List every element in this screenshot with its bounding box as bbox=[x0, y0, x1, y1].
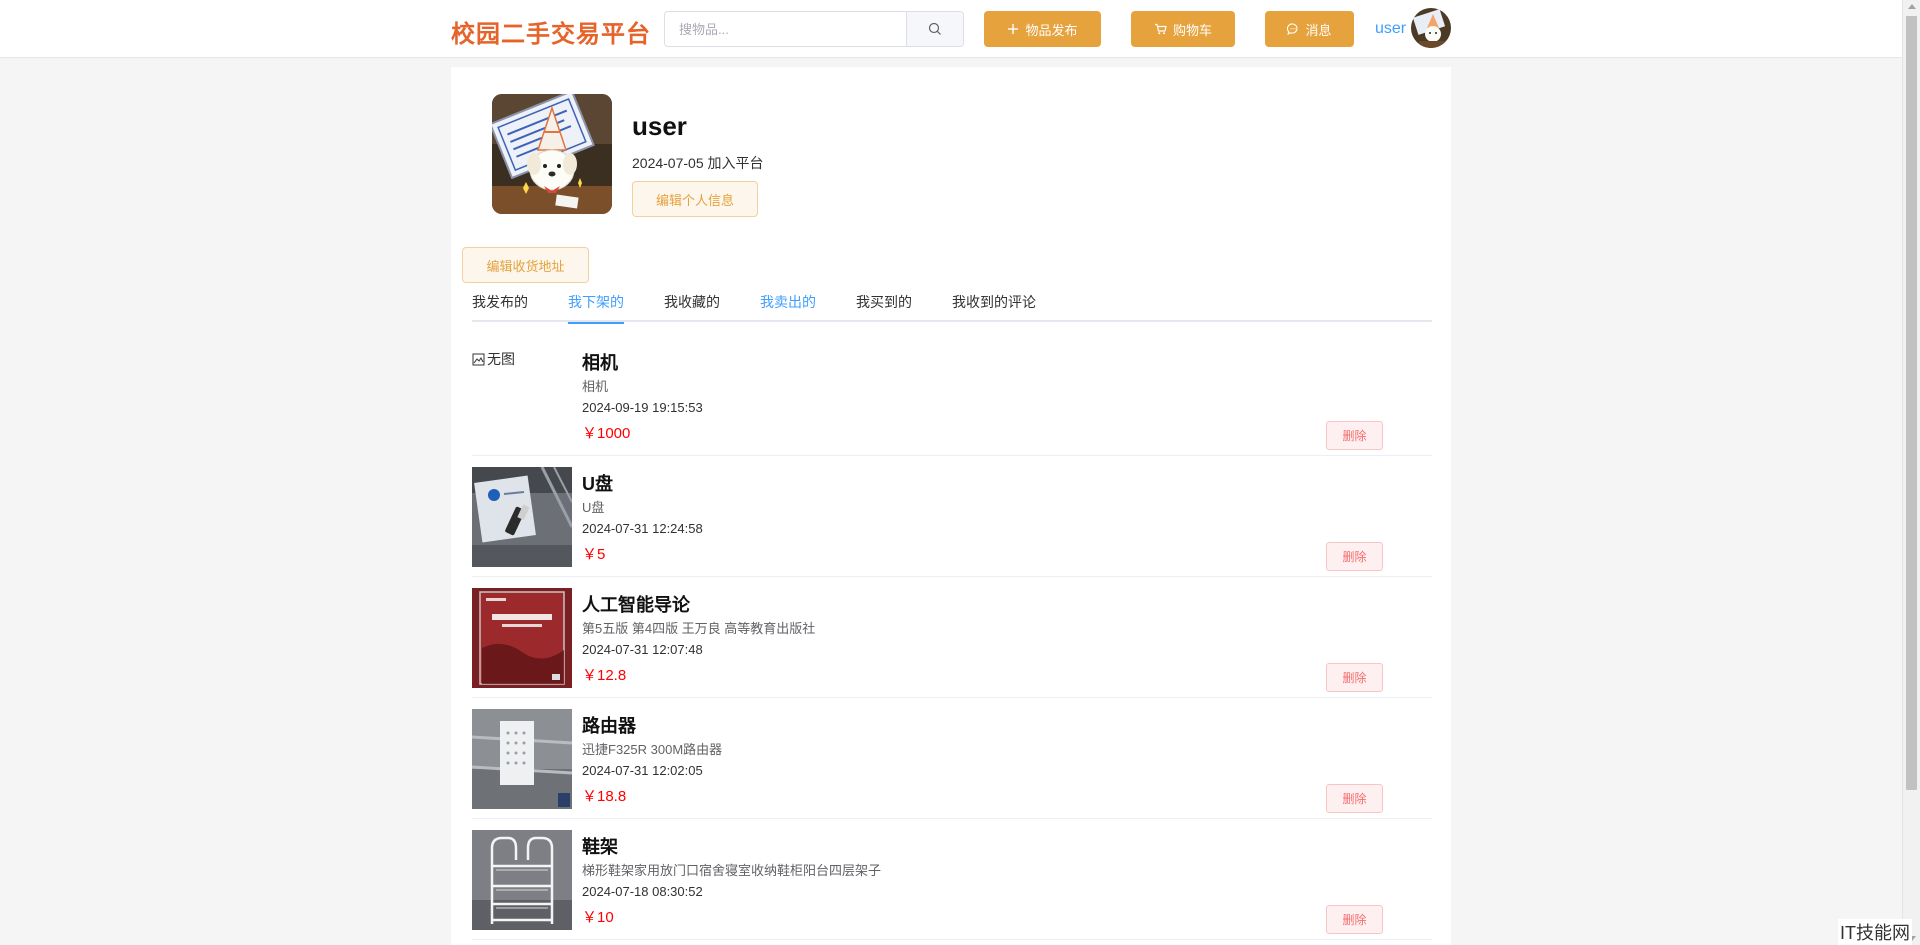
tab-favorites[interactable]: 我收藏的 bbox=[664, 282, 720, 322]
edit-profile-button[interactable]: 编辑个人信息 bbox=[632, 181, 758, 217]
item-title[interactable]: 人工智能导论 bbox=[582, 591, 690, 617]
item-thumbnail[interactable] bbox=[472, 467, 572, 567]
tab-published[interactable]: 我发布的 bbox=[472, 282, 528, 322]
item-price: ￥1000 bbox=[582, 425, 631, 442]
scroll-thumb[interactable] bbox=[1906, 16, 1917, 790]
list-item: 无图 相机 相机 2024-09-19 19:15:53 ￥1000 删除 bbox=[472, 335, 1432, 456]
tab-bought[interactable]: 我买到的 bbox=[856, 282, 912, 322]
no-image-placeholder: 无图 bbox=[472, 349, 515, 369]
scroll-up-arrow-icon[interactable] bbox=[1908, 4, 1916, 9]
cart-button[interactable]: 购物车 bbox=[1131, 11, 1235, 47]
header-username[interactable]: user bbox=[1375, 20, 1406, 38]
item-thumbnail[interactable] bbox=[472, 588, 572, 688]
chat-bubble-icon bbox=[1287, 23, 1298, 35]
search-box bbox=[664, 11, 964, 47]
list-item: U盘 U盘 2024-07-31 12:24:58 ￥5 删除 bbox=[472, 456, 1432, 577]
item-title[interactable]: 路由器 bbox=[582, 712, 636, 738]
search-input[interactable] bbox=[665, 12, 908, 46]
list-item: 人工智能导论 第5五版 第4四版 王万良 高等教育出版社 2024-07-31 … bbox=[472, 577, 1432, 698]
plus-icon bbox=[1008, 24, 1019, 34]
item-price: ￥10 bbox=[582, 909, 614, 926]
no-image-text: 无图 bbox=[487, 351, 515, 367]
item-date: 2024-07-31 12:02:05 bbox=[582, 763, 703, 778]
delete-button[interactable]: 删除 bbox=[1326, 784, 1383, 813]
item-thumbnail[interactable] bbox=[472, 709, 572, 809]
item-list: 无图 相机 相机 2024-09-19 19:15:53 ￥1000 删除 U盘… bbox=[472, 335, 1432, 940]
item-thumbnail[interactable] bbox=[472, 830, 572, 930]
publish-label: 物品发布 bbox=[1025, 22, 1078, 38]
profile-username: user bbox=[632, 111, 687, 141]
tab-sold[interactable]: 我卖出的 bbox=[760, 282, 816, 322]
profile-join-date: 2024-07-05 加入平台 bbox=[632, 155, 764, 171]
item-description: 迅捷F325R 300M路由器 bbox=[582, 742, 723, 757]
delete-button[interactable]: 删除 bbox=[1326, 663, 1383, 692]
item-description: 第5五版 第4四版 王万良 高等教育出版社 bbox=[582, 621, 816, 636]
profile-card: user 2024-07-05 加入平台 编辑个人信息 编辑收货地址 我发布的 … bbox=[451, 67, 1451, 945]
message-label: 消息 bbox=[1305, 22, 1332, 38]
profile-avatar bbox=[492, 94, 612, 214]
item-price: ￥12.8 bbox=[582, 667, 627, 684]
item-date: 2024-07-31 12:07:48 bbox=[582, 642, 703, 657]
site-logo[interactable]: 校园二手交易平台 bbox=[451, 14, 651, 49]
item-title[interactable]: 相机 bbox=[582, 349, 618, 375]
item-date: 2024-07-31 12:24:58 bbox=[582, 521, 703, 536]
cart-icon bbox=[1154, 23, 1167, 35]
item-title[interactable]: U盘 bbox=[582, 470, 613, 496]
list-item: 鞋架 梯形鞋架家用放门口宿舍寝室收纳鞋柜阳台四层架子 2024-07-18 08… bbox=[472, 819, 1432, 940]
item-title[interactable]: 鞋架 bbox=[582, 833, 618, 859]
tab-delisted[interactable]: 我下架的 bbox=[568, 282, 624, 324]
page-scrollbar[interactable] bbox=[1902, 0, 1920, 945]
publish-button[interactable]: 物品发布 bbox=[984, 11, 1101, 47]
item-date: 2024-09-19 19:15:53 bbox=[582, 400, 703, 415]
broken-image-icon bbox=[472, 353, 485, 365]
profile-tabs: 我发布的 我下架的 我收藏的 我卖出的 我买到的 我收到的评论 bbox=[472, 282, 1432, 324]
item-description: 相机 bbox=[582, 379, 609, 394]
cart-label: 购物车 bbox=[1172, 22, 1212, 38]
search-icon bbox=[928, 22, 941, 35]
delete-button[interactable]: 删除 bbox=[1326, 905, 1383, 934]
top-header: 校园二手交易平台 物品发布 购物车 消息 bbox=[0, 0, 1902, 58]
item-date: 2024-07-18 08:30:52 bbox=[582, 884, 703, 899]
header-avatar[interactable] bbox=[1411, 8, 1451, 48]
edit-address-button[interactable]: 编辑收货地址 bbox=[462, 247, 589, 283]
item-description: 梯形鞋架家用放门口宿舍寝室收纳鞋柜阳台四层架子 bbox=[582, 863, 882, 878]
delete-button[interactable]: 删除 bbox=[1326, 421, 1383, 450]
item-price: ￥18.8 bbox=[582, 788, 627, 805]
list-item: 路由器 迅捷F325R 300M路由器 2024-07-31 12:02:05 … bbox=[472, 698, 1432, 819]
tab-reviews-received[interactable]: 我收到的评论 bbox=[952, 282, 1036, 322]
message-button[interactable]: 消息 bbox=[1265, 11, 1354, 47]
search-button[interactable] bbox=[906, 12, 963, 46]
item-price: ￥5 bbox=[582, 546, 606, 563]
item-description: U盘 bbox=[582, 500, 605, 515]
watermark: IT技能网 bbox=[1838, 919, 1912, 945]
delete-button[interactable]: 删除 bbox=[1326, 542, 1383, 571]
